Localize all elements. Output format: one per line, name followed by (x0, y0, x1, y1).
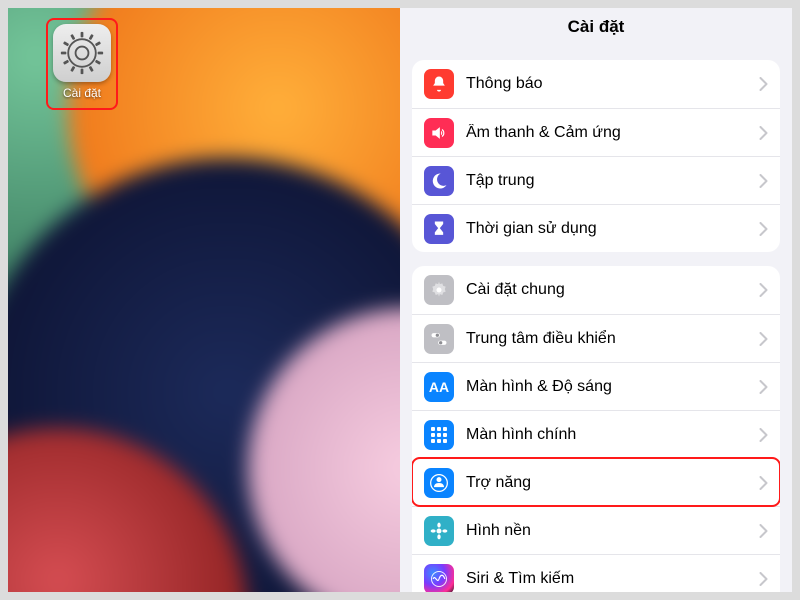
settings-row-siri[interactable]: Siri & Tìm kiếm (412, 554, 780, 592)
controlcenter-icon (424, 324, 454, 354)
chevron-right-icon (759, 77, 768, 91)
chevron-right-icon (759, 283, 768, 297)
sounds-icon (424, 118, 454, 148)
chevron-right-icon (759, 126, 768, 140)
settings-row-focus[interactable]: Tập trung (412, 156, 780, 204)
settings-row-label: Trung tâm điều khiển (466, 330, 759, 348)
accessibility-icon (424, 468, 454, 498)
settings-row-label: Tập trung (466, 172, 759, 190)
homescreen-icon (424, 420, 454, 450)
settings-row-label: Siri & Tìm kiếm (466, 570, 759, 588)
settings-row-general[interactable]: Cài đặt chung (412, 266, 780, 314)
chevron-right-icon (759, 174, 768, 188)
chevron-right-icon (759, 524, 768, 538)
homescreen-panel: Cài đặt (8, 8, 400, 592)
screentime-icon (424, 214, 454, 244)
wallpaper-icon (424, 516, 454, 546)
settings-row-sounds[interactable]: Âm thanh & Cảm ứng (412, 108, 780, 156)
chevron-right-icon (759, 476, 768, 490)
settings-row-label: Trợ năng (466, 474, 759, 492)
settings-row-notifications[interactable]: Thông báo (412, 60, 780, 108)
settings-row-label: Hình nền (466, 522, 759, 540)
settings-row-display[interactable]: AA Màn hình & Độ sáng (412, 362, 780, 410)
settings-panel: Cài đặt Thông báo Âm thanh & Cảm ứng Tập t… (400, 8, 792, 592)
gear-icon (59, 30, 105, 76)
settings-group-1: Thông báo Âm thanh & Cảm ứng Tập trung Thời… (412, 60, 780, 252)
siri-icon (424, 564, 454, 593)
settings-row-label: Cài đặt chung (466, 281, 759, 299)
tutorial-frame: Cài đặt Cài đặt Thông báo Âm thanh & Cảm … (8, 8, 792, 592)
general-icon (424, 275, 454, 305)
display-icon: AA (424, 372, 454, 402)
settings-group-2: Cài đặt chung Trung tâm điều khiển AA Màn h… (412, 266, 780, 592)
settings-row-accessibility[interactable]: Trợ năng (412, 458, 780, 506)
settings-row-wallpaper[interactable]: Hình nền (412, 506, 780, 554)
settings-app-icon[interactable] (53, 24, 111, 82)
settings-app-highlight: Cài đặt (46, 18, 118, 110)
settings-row-homescreen[interactable]: Màn hình chính (412, 410, 780, 458)
chevron-right-icon (759, 428, 768, 442)
settings-scroll[interactable]: Thông báo Âm thanh & Cảm ứng Tập trung Thời… (400, 46, 792, 592)
page-title: Cài đặt (400, 8, 792, 46)
focus-icon (424, 166, 454, 196)
settings-row-label: Thông báo (466, 75, 759, 93)
settings-row-screentime[interactable]: Thời gian sử dụng (412, 204, 780, 252)
settings-row-label: Màn hình & Độ sáng (466, 378, 759, 396)
settings-app-label: Cài đặt (63, 86, 101, 100)
chevron-right-icon (759, 572, 768, 586)
chevron-right-icon (759, 222, 768, 236)
settings-row-label: Âm thanh & Cảm ứng (466, 124, 759, 142)
settings-row-label: Thời gian sử dụng (466, 220, 759, 238)
settings-row-label: Màn hình chính (466, 426, 759, 444)
chevron-right-icon (759, 332, 768, 346)
chevron-right-icon (759, 380, 768, 394)
notifications-icon (424, 69, 454, 99)
settings-row-controlcenter[interactable]: Trung tâm điều khiển (412, 314, 780, 362)
